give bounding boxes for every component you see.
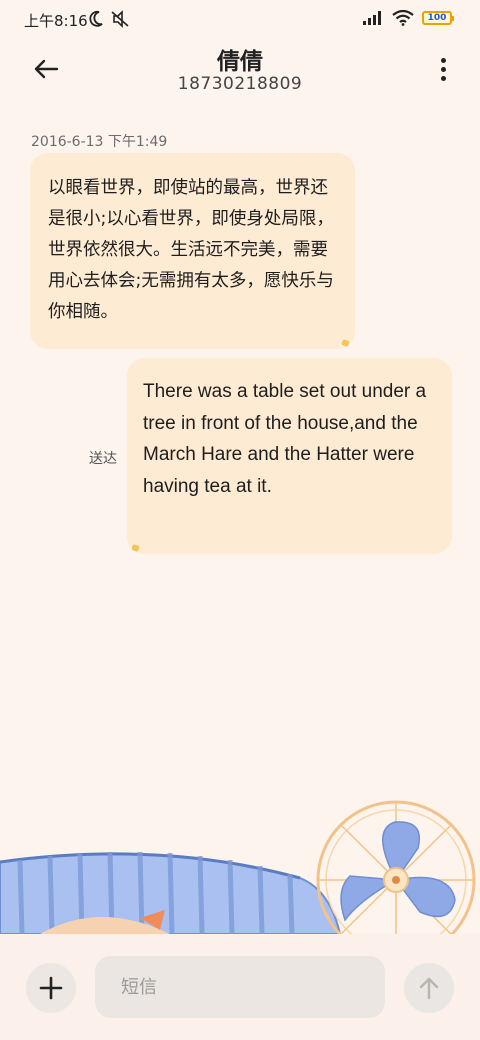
more-options-button[interactable] [436, 54, 450, 84]
status-icons-right: 100 [362, 10, 454, 26]
contact-name: 倩倩 [217, 49, 263, 75]
arrow-up-icon [419, 977, 439, 1000]
outgoing-message-bubble[interactable]: There was a table set out under a tree i… [127, 358, 452, 554]
status-time: 上午8:16 [24, 12, 88, 30]
wallpaper-art [0, 800, 476, 934]
incoming-message-text: 以眼看世界，即使站的最高，世界还是很小;以心看世界，即使身处局限，世界依然很大。… [48, 178, 334, 322]
messaging-screen: 上午8:16 100 倩倩 18730218809 2016-6-13 下午1:… [0, 0, 480, 1040]
bubble-decoration [131, 543, 140, 553]
outgoing-message-text: There was a table set out under a tree i… [143, 381, 427, 497]
wifi-icon [392, 10, 414, 26]
sms-input[interactable] [95, 956, 385, 1018]
battery-level: 100 [427, 13, 447, 23]
mute-icon [111, 10, 129, 28]
conversation-header: 倩倩 18730218809 [0, 40, 480, 110]
delivery-status: 送达 [89, 451, 117, 467]
attach-button[interactable] [26, 963, 76, 1013]
moon-icon [89, 10, 103, 27]
composer-bar [0, 934, 480, 1040]
incoming-message-bubble[interactable]: 以眼看世界，即使站的最高，世界还是很小;以心看世界，即使身处局限，世界依然很大。… [30, 153, 355, 349]
more-dot [440, 75, 446, 81]
battery-icon: 100 [422, 11, 454, 25]
send-button[interactable] [404, 963, 454, 1013]
plus-icon [39, 976, 63, 1000]
signal-icon [363, 11, 381, 25]
bubble-decoration [341, 338, 350, 348]
contact-phone: 18730218809 [177, 74, 303, 94]
status-bar: 上午8:16 100 [0, 0, 480, 40]
message-timestamp: 2016-6-13 下午1:49 [31, 134, 168, 150]
more-dot [440, 57, 446, 63]
status-icons-left [88, 10, 130, 28]
more-dot [440, 66, 446, 72]
wallpaper-illustration [0, 800, 480, 934]
